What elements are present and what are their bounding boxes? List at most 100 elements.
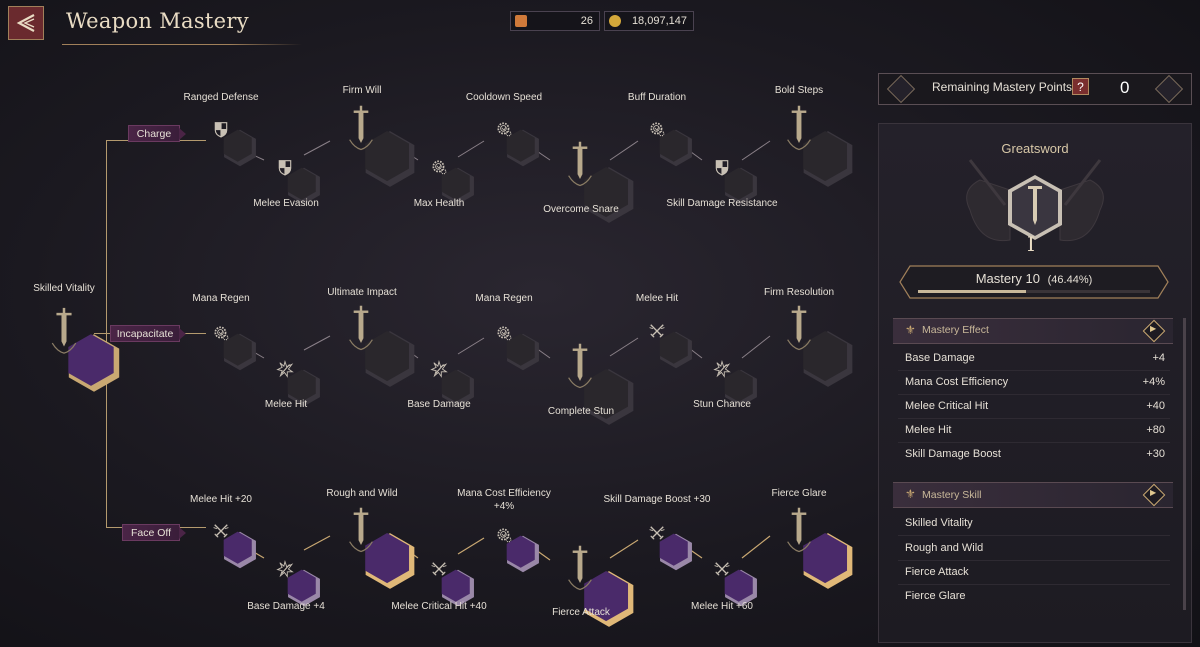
- node-melee-hit-60[interactable]: [703, 550, 741, 588]
- node-melee-hit-20[interactable]: [202, 512, 240, 550]
- burst-icon: [714, 361, 741, 388]
- row-divider: [898, 418, 1170, 419]
- node-firm-will[interactable]: [332, 100, 390, 160]
- row-divider: [898, 560, 1170, 561]
- mastery-progress-fill: [918, 290, 1026, 293]
- effect-value: +4%: [1142, 376, 1165, 388]
- node-label: Melee Hit +60: [691, 601, 753, 612]
- node-label: Fierce Glare: [771, 488, 827, 499]
- node-rough-and-wild[interactable]: [332, 502, 390, 562]
- help-icon[interactable]: ?: [1072, 78, 1089, 95]
- node-mana-cost-efficiency[interactable]: [485, 516, 523, 554]
- skill-name: Rough and Wild: [905, 542, 984, 554]
- node-skill-damage-boost-30[interactable]: [638, 514, 676, 552]
- node-base-damage-4[interactable]: [266, 550, 304, 588]
- node-ranged-defense[interactable]: [202, 110, 240, 148]
- greatsword-icon: [567, 141, 609, 196]
- gear-icon: [650, 122, 676, 148]
- mastery-skill-title: Mastery Skill: [922, 489, 982, 501]
- skill-row[interactable]: Fierce Attack: [905, 566, 1165, 578]
- node-label: Mana Regen: [192, 293, 250, 304]
- panel-scrollbar[interactable]: [1183, 318, 1186, 610]
- node-label: Stun Chance: [693, 399, 751, 410]
- node-label: Skill Damage Resistance: [666, 198, 778, 209]
- effect-name: Base Damage: [905, 352, 975, 364]
- crossed-swords-icon: [648, 324, 676, 350]
- node-label: Firm Will: [342, 85, 382, 96]
- crossed-swords-icon: [713, 562, 741, 588]
- node-cooldown-speed[interactable]: [485, 110, 523, 148]
- row-divider: [898, 535, 1170, 536]
- effect-row: Skill Damage Boost +30: [905, 448, 1165, 460]
- greatsword-icon: [786, 105, 828, 160]
- burst-icon: [431, 361, 458, 388]
- node-label: Bold Steps: [774, 85, 824, 96]
- mastery-level: Mastery 10 (46.44%): [898, 271, 1170, 286]
- gear-icon: [497, 122, 523, 148]
- node-max-health[interactable]: [420, 148, 458, 186]
- skill-row[interactable]: Fierce Glare: [905, 590, 1165, 602]
- greatsword-icon: [348, 105, 390, 160]
- row-divider: [898, 394, 1170, 395]
- node-overcome-snare[interactable]: [551, 136, 609, 196]
- node-label: Base Damage: [407, 399, 471, 410]
- node-label: Melee Hit: [635, 293, 679, 304]
- node-label: Ultimate Impact: [327, 287, 397, 298]
- effect-row: Melee Hit +80: [905, 424, 1165, 436]
- node-label: Mana Regen: [475, 293, 533, 304]
- node-base-damage[interactable]: [420, 350, 458, 388]
- node-label: Complete Stun: [547, 406, 615, 417]
- gear-icon: [432, 160, 458, 186]
- effect-value: +80: [1146, 424, 1165, 436]
- node-ultimate-impact[interactable]: [332, 300, 390, 360]
- shield-icon: [214, 122, 240, 148]
- shield-icon: [715, 160, 741, 186]
- node-label: Skill Damage Boost +30: [603, 494, 711, 505]
- node-label: Melee Hit +20: [190, 494, 252, 505]
- node-label: Mana Cost Efficiency: [457, 488, 551, 499]
- node-melee-critical-hit-40[interactable]: [420, 550, 458, 588]
- node-melee-hit-2[interactable]: [638, 312, 676, 350]
- node-firm-resolution[interactable]: [770, 300, 828, 360]
- skill-row[interactable]: Skilled Vitality: [905, 517, 1165, 529]
- weapon-emblem-icon: [966, 159, 1104, 242]
- play-icon: ▶: [1150, 324, 1157, 333]
- crossed-swords-icon: [648, 526, 676, 552]
- greatsword-icon: [51, 307, 94, 363]
- skill-row[interactable]: Rough and Wild: [905, 542, 1165, 554]
- skill-name: Fierce Attack: [905, 566, 969, 578]
- node-label: +4%: [493, 501, 515, 512]
- effect-name: Skill Damage Boost: [905, 448, 1001, 460]
- node-complete-stun[interactable]: [551, 338, 609, 398]
- node-mana-regen[interactable]: [202, 314, 240, 352]
- burst-icon: [277, 561, 304, 588]
- row-divider: [898, 370, 1170, 371]
- greatsword-icon: [567, 343, 609, 398]
- effect-value: +30: [1146, 448, 1165, 460]
- burst-icon: [277, 361, 304, 388]
- node-melee-hit[interactable]: [266, 350, 304, 388]
- node-fierce-attack[interactable]: [551, 540, 609, 600]
- node-label: Cooldown Speed: [465, 92, 543, 103]
- node-label: Rough and Wild: [326, 488, 398, 499]
- node-buff-duration[interactable]: [638, 110, 676, 148]
- fleur-icon: ⚜: [905, 487, 916, 501]
- effect-row: Mana Cost Efficiency +4%: [905, 376, 1165, 388]
- mastery-percent: (46.44%): [1047, 274, 1093, 286]
- node-label: Max Health: [413, 198, 465, 209]
- node-mana-regen-2[interactable]: [485, 314, 523, 352]
- effect-name: Melee Critical Hit: [905, 400, 989, 412]
- node-stun-chance[interactable]: [703, 350, 741, 388]
- effect-row: Melee Critical Hit +40: [905, 400, 1165, 412]
- gear-icon: [497, 326, 523, 352]
- play-icon: ▶: [1150, 488, 1157, 497]
- node-melee-evasion[interactable]: [266, 148, 304, 186]
- node-label: Ranged Defense: [183, 92, 259, 103]
- node-bold-steps[interactable]: [770, 100, 828, 160]
- node-label: Fierce Attack: [552, 607, 610, 618]
- node-skilled-vitality[interactable]: [34, 303, 94, 363]
- effect-value: +40: [1146, 400, 1165, 412]
- mastery-effect-title: Mastery Effect: [922, 324, 989, 336]
- node-fierce-glare[interactable]: [770, 502, 828, 562]
- node-skill-damage-resistance[interactable]: [703, 148, 741, 186]
